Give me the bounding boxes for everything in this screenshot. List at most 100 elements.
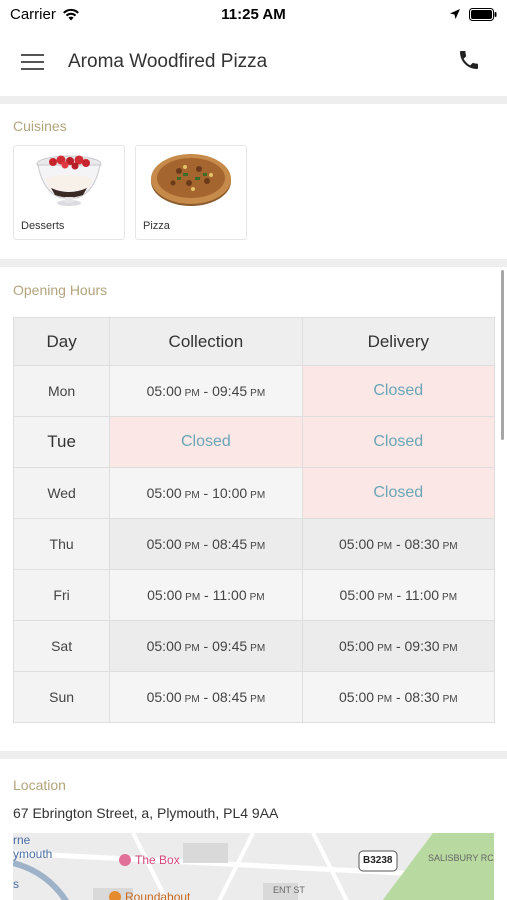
dessert-bowl-image bbox=[14, 148, 124, 210]
map-label: Roundabout bbox=[125, 890, 191, 900]
time-separator: - bbox=[199, 638, 213, 654]
ampm-to: PM bbox=[249, 592, 265, 603]
time-to: 08:45 bbox=[212, 689, 248, 705]
delivery-cell: Closed bbox=[301, 416, 496, 468]
cuisine-card-pizza[interactable]: Pizza bbox=[135, 145, 247, 240]
page-title: Aroma Woodfired Pizza bbox=[68, 51, 268, 72]
time-separator: - bbox=[199, 383, 213, 399]
day-cell: Mon bbox=[12, 365, 111, 417]
day-cell: Sat bbox=[12, 620, 111, 672]
time-from: 05:00 bbox=[147, 587, 183, 603]
table-row: Sat 05:00 PM - 09:45 PM 05:00 PM - 09:30 PM bbox=[12, 620, 496, 672]
ampm-from: PM bbox=[184, 388, 200, 399]
ampm-to: PM bbox=[442, 694, 458, 705]
map-label: SALISBURY RC bbox=[428, 853, 494, 863]
time-from: 05:00 bbox=[146, 689, 182, 705]
time-to: 08:30 bbox=[404, 689, 440, 705]
ampm-from: PM bbox=[377, 694, 393, 705]
map-label: rne bbox=[13, 833, 31, 847]
opening-hours-table: Day Collection Delivery Mon 05:00 PM - 09:… bbox=[12, 317, 496, 723]
time-from: 05:00 bbox=[339, 638, 375, 654]
cuisines-section: Cuisines Desserts Pizza bbox=[0, 104, 507, 259]
section-divider bbox=[0, 96, 507, 104]
delivery-cell: Closed bbox=[301, 365, 496, 417]
collection-cell: 05:00 PM - 08:45 PM bbox=[109, 671, 303, 723]
time-from: 05:00 bbox=[146, 383, 182, 399]
collection-cell: 05:00 PM - 08:45 PM bbox=[109, 518, 303, 570]
ampm-from: PM bbox=[184, 541, 200, 552]
collection-cell: Closed bbox=[109, 416, 303, 468]
time-separator: - bbox=[392, 689, 405, 705]
table-header-row: Day Collection Delivery bbox=[12, 317, 496, 366]
wifi-icon bbox=[62, 8, 79, 20]
ampm-from: PM bbox=[185, 592, 201, 603]
day-cell: Sun bbox=[12, 671, 111, 723]
map-view[interactable]: rne ymouth The Box B3238 SALISBURY RC s … bbox=[13, 833, 494, 900]
delivery-cell: Closed bbox=[301, 467, 496, 519]
table-row: Mon 05:00 PM - 09:45 PM Closed bbox=[12, 365, 496, 417]
section-divider bbox=[0, 259, 507, 267]
ampm-from: PM bbox=[377, 643, 393, 654]
time-separator: - bbox=[199, 536, 213, 552]
collection-cell: 05:00 PM - 10:00 PM bbox=[109, 467, 303, 519]
cuisine-card-desserts[interactable]: Desserts bbox=[13, 145, 125, 240]
time-separator: - bbox=[392, 536, 405, 552]
status-time: 11:25 AM bbox=[221, 5, 286, 23]
phone-icon[interactable] bbox=[457, 48, 481, 72]
map-label: s bbox=[13, 877, 19, 891]
day-cell: Wed bbox=[12, 467, 111, 519]
time-to: 11:00 bbox=[405, 587, 440, 603]
time-to: 08:45 bbox=[212, 536, 248, 552]
time-separator: - bbox=[392, 587, 406, 603]
ampm-to: PM bbox=[442, 643, 458, 654]
time-to: 09:45 bbox=[212, 638, 248, 654]
time-from: 05:00 bbox=[146, 536, 182, 552]
time-separator: - bbox=[199, 689, 213, 705]
status-left: Carrier bbox=[10, 6, 160, 23]
ampm-to: PM bbox=[442, 592, 458, 603]
cuisines-heading: Cuisines bbox=[13, 118, 67, 134]
time-to: 09:45 bbox=[212, 383, 248, 399]
cuisine-label-pizza: Pizza bbox=[143, 220, 170, 232]
location-section: Location 67 Ebrington Street, a, Plymout… bbox=[0, 759, 507, 900]
time-separator: - bbox=[199, 485, 213, 501]
cuisine-list: Desserts Pizza bbox=[0, 134, 507, 240]
nav-bar: Aroma Woodfired Pizza bbox=[0, 28, 507, 96]
scrollbar[interactable] bbox=[501, 270, 504, 440]
delivery-cell: 05:00 PM - 09:30 PM bbox=[301, 620, 496, 672]
table-row: Thu 05:00 PM - 08:45 PM 05:00 PM - 08:30 PM bbox=[12, 518, 496, 570]
day-cell: Fri bbox=[12, 569, 111, 621]
status-bar: Carrier 11:25 AM bbox=[0, 0, 507, 28]
ampm-to: PM bbox=[250, 541, 266, 552]
cuisine-label-desserts: Desserts bbox=[21, 220, 65, 232]
column-header-day: Day bbox=[12, 317, 111, 366]
ampm-from: PM bbox=[377, 541, 393, 552]
time-separator: - bbox=[392, 638, 405, 654]
delivery-cell: 05:00 PM - 08:30 PM bbox=[301, 671, 496, 723]
time-separator: - bbox=[200, 587, 213, 603]
day-cell: Tue bbox=[12, 416, 111, 468]
ampm-from: PM bbox=[184, 694, 200, 705]
pizza-image bbox=[136, 148, 246, 210]
ampm-to: PM bbox=[250, 388, 266, 399]
collection-cell: 05:00 PM - 09:45 PM bbox=[109, 365, 303, 417]
time-to: 09:30 bbox=[404, 638, 440, 654]
delivery-cell: 05:00 PM - 11:00 PM bbox=[301, 569, 496, 621]
ampm-from: PM bbox=[184, 490, 200, 501]
column-header-collection: Collection bbox=[109, 317, 303, 366]
map-label: ymouth bbox=[13, 847, 53, 861]
status-right bbox=[347, 7, 497, 21]
address-text: 67 Ebrington Street, a, Plymouth, PL4 9A… bbox=[13, 805, 279, 821]
map-label: B3238 bbox=[363, 855, 393, 866]
ampm-from: PM bbox=[184, 643, 200, 654]
collection-cell: 05:00 PM - 09:45 PM bbox=[109, 620, 303, 672]
time-from: 05:00 bbox=[339, 536, 375, 552]
hamburger-menu-icon[interactable] bbox=[20, 52, 46, 72]
collection-cell: 05:00 PM - 11:00 PM bbox=[109, 569, 303, 621]
time-from: 05:00 bbox=[339, 587, 375, 603]
carrier-label: Carrier bbox=[10, 5, 56, 23]
location-heading: Location bbox=[13, 777, 66, 793]
day-cell: Thu bbox=[12, 518, 111, 570]
table-row: Sun 05:00 PM - 08:45 PM 05:00 PM - 08:30 PM bbox=[12, 671, 496, 723]
table-row: Wed 05:00 PM - 10:00 PM Closed bbox=[12, 467, 496, 519]
